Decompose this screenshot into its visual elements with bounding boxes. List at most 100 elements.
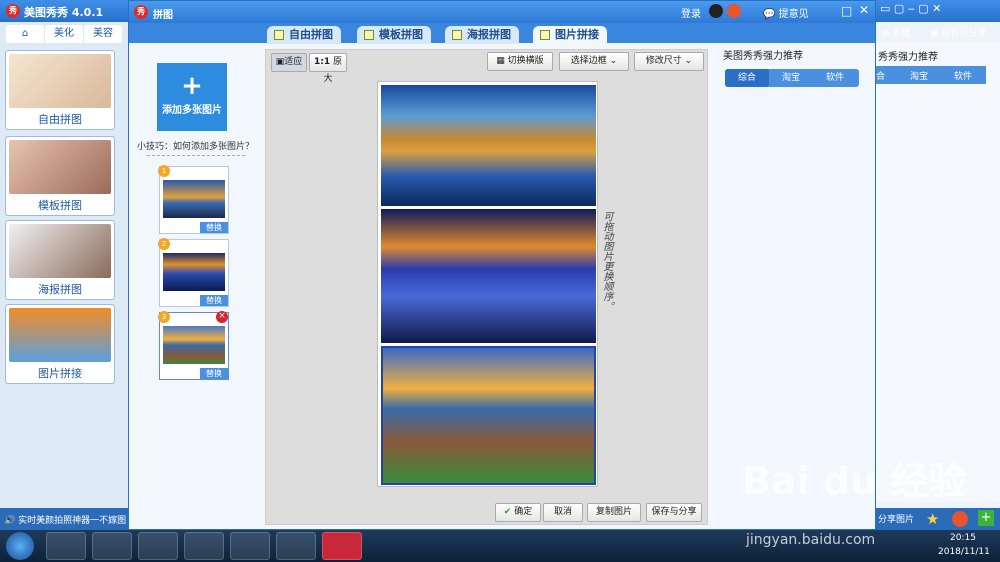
add-images-button[interactable]: + 添加多张图片 bbox=[157, 63, 227, 131]
right-panel-tabs: 合 淘宝 软件 bbox=[876, 66, 986, 84]
clock-time[interactable]: 20:15 bbox=[950, 533, 976, 543]
tab-icon bbox=[452, 30, 462, 40]
share-image-label[interactable]: 分享图片 bbox=[878, 512, 914, 525]
tab-icon bbox=[364, 30, 374, 40]
border-label: 选择边框 bbox=[570, 56, 607, 66]
thumbnail-image bbox=[163, 253, 225, 291]
media-icon[interactable] bbox=[230, 532, 270, 560]
tab-bar: 自由拼图 模板拼图 海报拼图 图片拼接 bbox=[129, 23, 875, 44]
ratio-label: 1:1 bbox=[313, 57, 331, 67]
card-free-collage[interactable]: 自由拼图 bbox=[5, 50, 115, 130]
check-icon: ✔ bbox=[503, 507, 512, 517]
tab-beauty[interactable]: 美容 bbox=[84, 25, 122, 43]
tab-label: 海报拼图 bbox=[467, 28, 511, 41]
qq-icon[interactable] bbox=[138, 532, 178, 560]
replace-button[interactable]: 替换 bbox=[200, 368, 228, 379]
card-label: 模板拼图 bbox=[38, 199, 82, 212]
replace-button[interactable]: 替换 bbox=[200, 222, 228, 233]
firefox-icon[interactable] bbox=[184, 532, 224, 560]
thumbnail-image bbox=[163, 326, 225, 364]
new-button[interactable]: ⊕ 新建 bbox=[882, 26, 910, 39]
tip-link[interactable]: 小技巧：如何添加多张图片？ bbox=[137, 139, 257, 152]
clock-date[interactable]: 2018/11/11 bbox=[938, 547, 990, 557]
recommend-tab[interactable]: 淘宝 bbox=[769, 69, 813, 87]
thumbnail-item-selected[interactable]: 3 × 替换 bbox=[158, 311, 229, 380]
rp-tab[interactable]: 淘宝 bbox=[910, 69, 928, 82]
copy-image-button[interactable]: 复制图片 bbox=[587, 503, 641, 522]
taskbar-app-icon[interactable] bbox=[46, 532, 86, 560]
thumbnail-item[interactable]: 1 替换 bbox=[158, 165, 229, 234]
confirm-button[interactable]: ✔ 确定 bbox=[495, 503, 541, 522]
collage-photo-mountain[interactable] bbox=[381, 85, 596, 206]
left-status-bar: 🔊 实时美颜拍照神器一不嫁图 bbox=[0, 508, 128, 530]
window-controls[interactable]: ▭ ▢ ‒ ▢ ✕ bbox=[880, 2, 941, 15]
tab-template-collage[interactable]: 模板拼图 bbox=[357, 26, 431, 44]
collage-photo-coast[interactable] bbox=[381, 209, 596, 343]
select-border-dropdown[interactable]: 选择边框 ⌄ bbox=[559, 52, 629, 71]
tab-label: 模板拼图 bbox=[379, 28, 423, 41]
fit-button[interactable]: ▣适应 bbox=[271, 53, 307, 72]
resize-dropdown[interactable]: 修改尺寸 ⌄ bbox=[634, 52, 704, 71]
resize-label: 修改尺寸 bbox=[645, 56, 682, 66]
recommend-tab[interactable]: 综合 bbox=[725, 69, 769, 87]
folder-icon[interactable] bbox=[92, 532, 132, 560]
card-thumb bbox=[9, 54, 111, 108]
baidu-watermark-url: jingyan.baidu.com bbox=[746, 532, 876, 548]
close-icon[interactable]: ✕ bbox=[859, 3, 869, 17]
record-icon[interactable] bbox=[276, 532, 316, 560]
collage-photo-sunset-selected[interactable] bbox=[381, 346, 596, 485]
delete-icon[interactable]: × bbox=[216, 311, 228, 323]
rp-tab[interactable]: 合 bbox=[876, 69, 885, 82]
drag-hint: 可拖动图片更换顺序。 bbox=[601, 211, 612, 311]
right-bottom-bar: 分享图片 ★ + bbox=[876, 508, 1000, 530]
recommend-tab[interactable]: 软件 bbox=[813, 69, 857, 87]
left-status-text: 实时美颜拍照神器一不嫁图 bbox=[18, 516, 127, 526]
minimize-icon[interactable]: □ bbox=[841, 4, 852, 18]
card-thumb bbox=[9, 308, 111, 362]
tab-image-stitch[interactable]: 图片拼接 bbox=[533, 26, 607, 44]
meitu-icon[interactable] bbox=[322, 532, 362, 560]
thumbnail-number: 1 bbox=[158, 165, 170, 177]
login-link[interactable]: 登录 bbox=[681, 5, 701, 20]
start-button-icon[interactable] bbox=[6, 532, 34, 560]
new-label: 新建 bbox=[892, 29, 911, 39]
cancel-button[interactable]: 取消 bbox=[543, 503, 583, 522]
thumbnail-number: 3 bbox=[158, 311, 170, 323]
card-thumb bbox=[9, 224, 111, 278]
tab-icon bbox=[274, 30, 284, 40]
switch-horizontal-button[interactable]: ▦ 切换横版 bbox=[487, 52, 553, 71]
feedback-link[interactable]: 💬 提意见 bbox=[763, 5, 809, 20]
card-label: 图片拼接 bbox=[38, 367, 82, 380]
card-template-collage[interactable]: 模板拼图 bbox=[5, 136, 115, 216]
tab-label: 图片拼接 bbox=[555, 28, 599, 41]
switch-label: 切换横版 bbox=[507, 56, 544, 66]
card-image-stitch[interactable]: 图片拼接 bbox=[5, 304, 115, 384]
star-icon[interactable]: ★ bbox=[926, 510, 939, 528]
tab-label: 自由拼图 bbox=[289, 28, 333, 41]
save-share-button[interactable]: 保存与分享 bbox=[646, 503, 702, 522]
plus-icon: + bbox=[181, 71, 203, 101]
add-icon[interactable]: + bbox=[978, 510, 994, 526]
save-share-top-button[interactable]: ▣ 保存与分享 bbox=[930, 26, 986, 39]
card-poster-collage[interactable]: 海报拼图 bbox=[5, 220, 115, 300]
thumbnail-item[interactable]: 2 替换 bbox=[158, 238, 229, 307]
weibo-icon[interactable] bbox=[727, 4, 741, 18]
weibo-icon[interactable] bbox=[952, 511, 968, 527]
rp-tab[interactable]: 软件 bbox=[954, 69, 972, 82]
card-label: 自由拼图 bbox=[38, 113, 82, 126]
right-panel-title: 秀秀强力推荐 bbox=[878, 52, 938, 63]
tab-free-collage[interactable]: 自由拼图 bbox=[267, 26, 341, 44]
original-size-button[interactable]: 1:1 原大 bbox=[309, 53, 347, 84]
tab-beautify[interactable]: 美化 bbox=[45, 25, 83, 43]
tab-poster-collage[interactable]: 海报拼图 bbox=[445, 26, 519, 44]
app-logo-icon: 秀 bbox=[6, 4, 20, 18]
card-thumb bbox=[9, 140, 111, 194]
thumbnail-number: 2 bbox=[158, 238, 170, 250]
qq-icon[interactable] bbox=[709, 4, 723, 18]
app-title: 美图秀秀 4.0.1 bbox=[24, 6, 104, 19]
home-tab[interactable]: ⌂ bbox=[6, 25, 44, 43]
card-label: 海报拼图 bbox=[38, 283, 82, 296]
replace-button[interactable]: 替换 bbox=[200, 295, 228, 306]
dialog-title: 拼图 bbox=[153, 10, 173, 21]
thumbnail-image bbox=[163, 180, 225, 218]
